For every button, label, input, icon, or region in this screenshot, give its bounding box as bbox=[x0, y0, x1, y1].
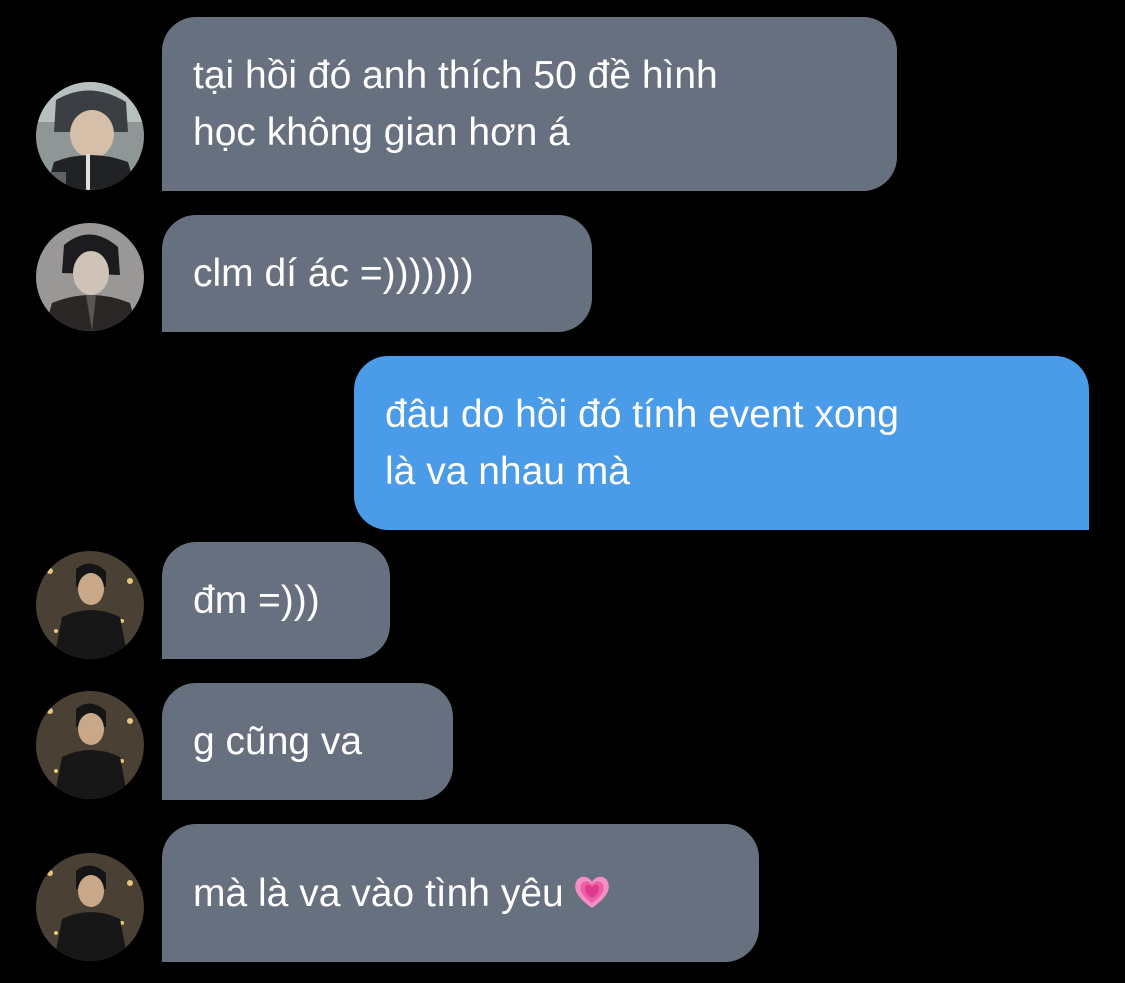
message-line: là va nhau mà bbox=[385, 450, 630, 493]
avatar-person-2-icon bbox=[36, 223, 144, 331]
sender-avatar[interactable] bbox=[36, 223, 144, 331]
message-bubble[interactable]: tại hồi đó anh thích 50 đề hình học khôn… bbox=[162, 17, 897, 191]
sender-avatar[interactable] bbox=[36, 82, 144, 190]
growing-heart-icon bbox=[574, 876, 609, 908]
sender-avatar[interactable] bbox=[36, 853, 144, 961]
message-line: g cũng va bbox=[193, 720, 363, 763]
sender-avatar[interactable] bbox=[36, 551, 144, 659]
avatar-person-3-icon bbox=[36, 853, 144, 961]
message-line: mà là va vào tình yêu bbox=[193, 865, 612, 922]
avatar-person-3-icon bbox=[36, 551, 144, 659]
avatar-person-1-icon bbox=[36, 82, 144, 190]
sender-avatar[interactable] bbox=[36, 691, 144, 799]
message-bubble-outgoing[interactable]: đâu do hồi đó tính event xong là va nhau… bbox=[354, 356, 1089, 530]
message-bubble[interactable]: đm =))) bbox=[162, 542, 390, 659]
message-line: clm dí ác =))))))) bbox=[193, 252, 474, 295]
message-line: đm =))) bbox=[193, 579, 320, 622]
message-bubble[interactable]: g cũng va bbox=[162, 683, 453, 800]
message-text: mà là va vào tình yêu bbox=[193, 871, 564, 915]
message-line: đâu do hồi đó tính event xong bbox=[385, 393, 899, 436]
avatar-person-3-icon bbox=[36, 691, 144, 799]
message-bubble[interactable]: mà là va vào tình yêu bbox=[162, 824, 759, 962]
message-bubble[interactable]: clm dí ác =))))))) bbox=[162, 215, 592, 332]
message-line: học không gian hơn á bbox=[193, 111, 570, 154]
message-line: tại hồi đó anh thích 50 đề hình bbox=[193, 54, 718, 97]
